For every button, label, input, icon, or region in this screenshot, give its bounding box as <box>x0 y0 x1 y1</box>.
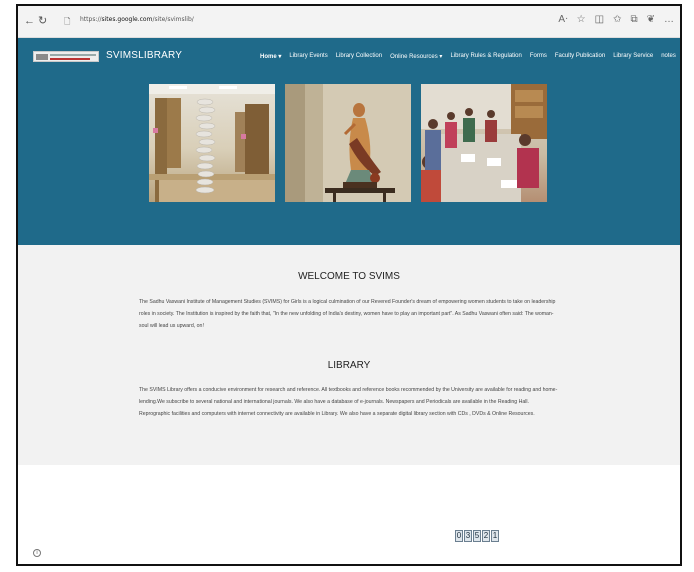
saraswati-statue-photo <box>285 84 411 202</box>
library-stacks-photo <box>149 84 275 202</box>
url-prefix: https:// <box>80 16 102 23</box>
institute-logo[interactable] <box>33 51 99 62</box>
url-path: /site/svimslib/ <box>152 16 194 23</box>
nav-home[interactable]: Home ▾ <box>260 53 281 61</box>
nav-forms[interactable]: Forms <box>530 53 547 61</box>
welcome-heading: WELCOME TO SVIMS <box>298 271 400 282</box>
split-screen-icon[interactable]: ◫ <box>595 14 604 25</box>
nav-library-rules[interactable]: Library Rules & Regulation <box>450 53 521 61</box>
counter-digit: 2 <box>482 530 490 542</box>
nav-library-collection[interactable]: Library Collection <box>336 53 382 61</box>
nav-faculty-publication[interactable]: Faculty Publication <box>555 53 605 61</box>
nav-notes[interactable]: notes <box>661 53 676 61</box>
library-heading: LIBRARY <box>327 360 371 371</box>
counter-digit: 5 <box>473 530 481 542</box>
favorites-icon[interactable]: ✩ <box>613 14 621 25</box>
help-icon[interactable]: i <box>33 549 41 557</box>
reading-hall-photo <box>421 84 547 202</box>
back-button[interactable]: ← <box>24 15 35 27</box>
address-bar[interactable]: https://sites.google.com/site/svimslib/ <box>80 16 194 23</box>
counter-digit: 1 <box>491 530 499 542</box>
visitor-counter: 0 3 5 2 1 <box>455 530 499 542</box>
main-nav: Home ▾ Library Events Library Collection… <box>260 53 680 61</box>
browser-actions: Aᐧ ☆ ◫ ✩ ⧉ ❦ … <box>558 14 674 25</box>
read-aloud-icon[interactable]: Aᐧ <box>558 14 567 25</box>
url-host: sites.google.com <box>101 16 153 23</box>
welcome-paragraph: The Sadhu Vaswani Institute of Managemen… <box>139 299 556 329</box>
more-icon[interactable]: … <box>664 14 674 25</box>
page-info-icon[interactable]: 🗋 <box>64 16 70 28</box>
browser-toolbar: ← ↻ 🗋 https://sites.google.com/site/svim… <box>18 6 680 38</box>
counter-digit: 3 <box>464 530 472 542</box>
browser-window: ← ↻ 🗋 https://sites.google.com/site/svim… <box>16 4 682 566</box>
counter-digit: 0 <box>455 530 463 542</box>
library-paragraph: The SVIMS Library offers a conducive env… <box>139 387 558 417</box>
collections-icon[interactable]: ⧉ <box>630 14 637 25</box>
nav-library-service[interactable]: Library Service <box>613 53 653 61</box>
extension-icon[interactable]: ❦ <box>647 14 655 25</box>
nav-online-resources[interactable]: Online Resources ▾ <box>390 53 442 61</box>
site-header: SVIMSLIBRARY Home ▾ Library Events Libra… <box>18 38 680 245</box>
favorite-icon[interactable]: ☆ <box>577 14 586 25</box>
nav-library-events[interactable]: Library Events <box>289 53 327 61</box>
page-content: WELCOME TO SVIMS The Sadhu Vaswani Insti… <box>18 245 680 465</box>
site-title[interactable]: SVIMSLIBRARY <box>106 50 182 61</box>
refresh-button[interactable]: ↻ <box>38 15 47 27</box>
